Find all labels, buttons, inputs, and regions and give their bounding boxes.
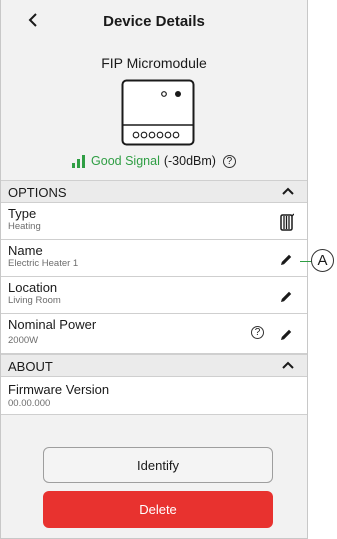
phone-screen: Device Details FIP Micromodule Good Sign… [0, 0, 308, 539]
options-title: OPTIONS [8, 185, 67, 200]
option-value: Living Room [8, 295, 61, 306]
page-title: Device Details [103, 13, 205, 30]
delete-button[interactable]: Delete [43, 491, 273, 528]
device-name: FIP Micromodule [101, 55, 207, 71]
about-label: Firmware Version [8, 382, 110, 397]
signal-bars-icon [72, 154, 86, 168]
about-title: ABOUT [8, 359, 53, 374]
about-section-header[interactable]: ABOUT [1, 354, 307, 377]
option-value: Heating [8, 221, 41, 232]
micromodule-device-icon [121, 79, 195, 146]
radiator-icon [280, 213, 294, 231]
chevron-up-icon [282, 361, 294, 369]
signal-value: (-30dBm) [163, 154, 216, 168]
identify-button[interactable]: Identify [43, 447, 273, 483]
option-label: Type [8, 206, 37, 221]
pencil-icon[interactable] [279, 290, 293, 304]
options-section-header[interactable]: OPTIONS [1, 180, 307, 203]
option-row-name[interactable]: Name Electric Heater 1 [1, 240, 307, 277]
about-value: 00.00.000 [8, 398, 51, 409]
chevron-up-icon [282, 187, 294, 195]
option-value: 2000W [8, 335, 39, 346]
pencil-icon[interactable] [279, 253, 293, 267]
callout-marker: A [311, 249, 334, 272]
option-value: Electric Heater 1 [8, 258, 79, 269]
pencil-icon[interactable] [279, 328, 293, 342]
option-row-type[interactable]: Type Heating [1, 203, 307, 240]
signal-status: Good Signal (-30dBm) ? [1, 154, 307, 168]
option-label: Location [8, 280, 58, 295]
signal-quality: Good Signal [91, 154, 160, 168]
option-label: Name [8, 243, 43, 258]
question-circle-icon[interactable]: ? [222, 154, 236, 168]
option-label: Nominal Power [8, 317, 97, 332]
question-circle-icon[interactable]: ? [251, 326, 264, 339]
header: Device Details [1, 0, 307, 40]
about-row-firmware: Firmware Version 00.00.000 [1, 377, 307, 415]
option-row-nominal-power[interactable]: Nominal Power 2000W ? [1, 314, 307, 354]
option-row-location[interactable]: Location Living Room [1, 277, 307, 314]
